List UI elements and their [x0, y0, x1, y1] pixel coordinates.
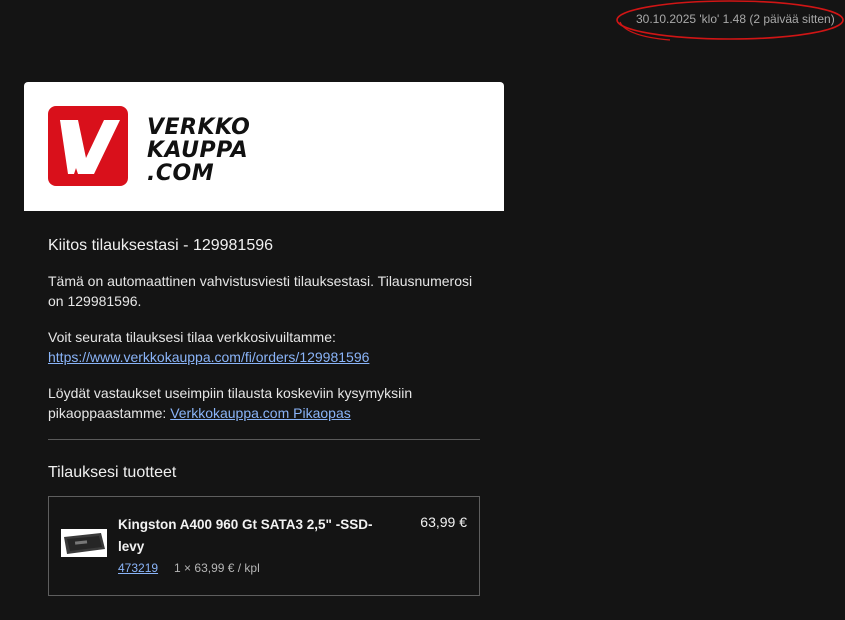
- faq-text-prefix: pikaoppaastamme:: [48, 405, 171, 421]
- section-divider: [48, 439, 480, 440]
- product-quantity: 1 × 63,99 € / kpl: [174, 561, 260, 575]
- order-confirmation-email: VERKKO KAUPPA .COM Kiitos tilauksestasi …: [24, 82, 504, 596]
- tracking-paragraph: Voit seurata tilauksesi tilaa verkkosivu…: [48, 327, 480, 367]
- order-tracking-link[interactable]: https://www.verkkokauppa.com/fi/orders/1…: [48, 349, 369, 365]
- logo-header: VERKKO KAUPPA .COM: [24, 82, 504, 211]
- product-sku-link[interactable]: 473219: [118, 561, 158, 575]
- pikaopas-link[interactable]: Verkkokauppa.com Pikaopas: [170, 405, 351, 421]
- logo-line-3: .COM: [147, 161, 215, 186]
- products-heading: Tilauksesi tuotteet: [48, 464, 177, 481]
- tracking-text: Voit seurata tilauksesi tilaa verkkosivu…: [48, 329, 336, 345]
- intro-paragraph: Tämä on automaattinen vahvistusviesti ti…: [48, 271, 480, 311]
- product-name[interactable]: Kingston A400 960 Gt SATA3 2,5" -SSD- le…: [118, 514, 398, 558]
- logo-line-2: KAUPPA: [147, 138, 249, 163]
- ssd-product-image[interactable]: [61, 529, 107, 557]
- email-title: Kiitos tilauksestasi - 129981596: [48, 237, 274, 254]
- product-meta: 473219 1 × 63,99 € / kpl: [118, 561, 260, 575]
- logo-wordmark: VERKKO KAUPPA .COM: [147, 116, 250, 185]
- intro-text-line-2: on 129981596.: [48, 293, 142, 309]
- intro-text-line-1: Tämä on automaattinen vahvistusviesti ti…: [48, 273, 473, 289]
- verkkokauppa-logo-icon: [48, 106, 128, 186]
- faq-text-line-1: Löydät vastaukset useimpiin tilausta kos…: [48, 385, 413, 401]
- product-name-line-2: levy: [118, 539, 145, 554]
- product-price: 63,99 €: [420, 514, 467, 530]
- received-timestamp: 30.10.2025 'klo' 1.48 (2 päivää sitten): [636, 12, 835, 26]
- product-item: Kingston A400 960 Gt SATA3 2,5" -SSD- le…: [48, 496, 480, 596]
- product-name-line-1: Kingston A400 960 Gt SATA3 2,5" -SSD-: [118, 517, 373, 532]
- logo-line-1: VERKKO: [147, 115, 251, 140]
- email-body: Kiitos tilauksestasi - 129981596 Tämä on…: [24, 211, 504, 596]
- email-viewer: 30.10.2025 'klo' 1.48 (2 päivää sitten) …: [0, 0, 845, 620]
- faq-paragraph: Löydät vastaukset useimpiin tilausta kos…: [48, 383, 480, 423]
